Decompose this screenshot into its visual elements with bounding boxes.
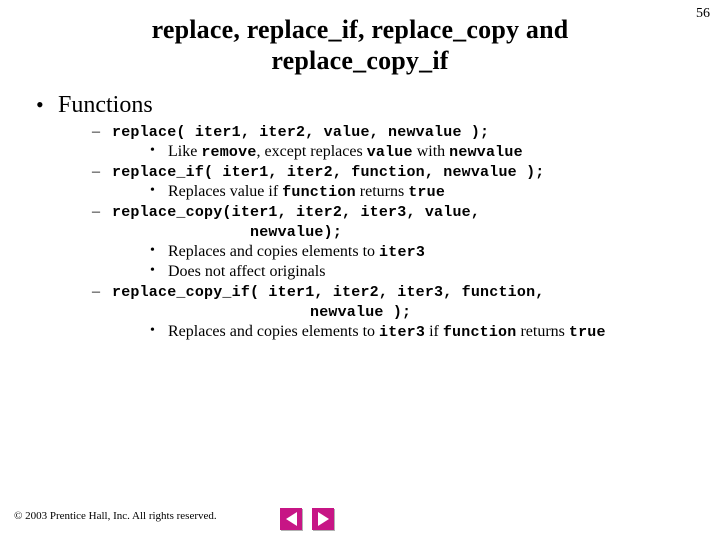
fn-replace-copy-if-cont: newvalue ); xyxy=(30,303,690,321)
nav-controls xyxy=(280,508,334,530)
arrow-right-icon xyxy=(318,512,329,526)
code: newvalue ); xyxy=(310,304,411,321)
code-sig: replace_if( iter1, iter2, function, newv… xyxy=(112,164,544,181)
fn-replace-copy-desc-1: Replaces and copies elements to iter3 xyxy=(30,243,690,261)
code: value xyxy=(367,144,413,161)
code: remove xyxy=(201,144,256,161)
fn-replace-copy-if: replace_copy_if( iter1, iter2, iter3, fu… xyxy=(30,283,690,301)
code: function xyxy=(443,324,517,341)
fn-replace-copy-desc-2: Does not affect originals xyxy=(30,263,690,281)
fn-replace-if-desc: Replaces value if function returns true xyxy=(30,183,690,201)
fn-replace: replace( iter1, iter2, value, newvalue )… xyxy=(30,123,690,141)
copyright-footer: © 2003 Prentice Hall, Inc. All rights re… xyxy=(14,510,217,522)
code: iter3 xyxy=(379,324,425,341)
slide: 56 replace, replace_if, replace_copy and… xyxy=(0,0,720,540)
text: Replaces and copies elements to xyxy=(168,323,379,340)
fn-replace-if: replace_if( iter1, iter2, function, newv… xyxy=(30,163,690,181)
code: iter3 xyxy=(379,244,425,261)
slide-title: replace, replace_if, replace_copy and re… xyxy=(0,0,720,76)
fn-replace-copy-if-desc: Replaces and copies elements to iter3 if… xyxy=(30,323,690,341)
title-line-2: replace_copy_if xyxy=(0,45,720,76)
code: newvalue xyxy=(449,144,523,161)
page-number: 56 xyxy=(696,6,710,22)
fn-replace-desc: Like remove, except replaces value with … xyxy=(30,143,690,161)
slide-content: Functions replace( iter1, iter2, value, … xyxy=(0,76,720,341)
text: returns xyxy=(356,183,408,200)
bullet-functions: Functions xyxy=(30,92,690,119)
text: Like xyxy=(168,143,201,160)
code: true xyxy=(408,184,445,201)
code: newvalue); xyxy=(250,224,342,241)
text: Does not affect originals xyxy=(168,263,325,280)
text: with xyxy=(413,143,449,160)
prev-button[interactable] xyxy=(280,508,302,530)
text: returns xyxy=(516,323,568,340)
text: Replaces and copies elements to xyxy=(168,243,379,260)
text: Replaces value if xyxy=(168,183,282,200)
code-sig: replace_copy_if( iter1, iter2, iter3, fu… xyxy=(112,284,544,301)
fn-replace-copy-cont: newvalue); xyxy=(30,223,690,241)
next-button[interactable] xyxy=(312,508,334,530)
fn-replace-copy: replace_copy(iter1, iter2, iter3, value, xyxy=(30,203,690,221)
code: true xyxy=(569,324,606,341)
text: , except replaces xyxy=(257,143,367,160)
text: if xyxy=(425,323,443,340)
arrow-left-icon xyxy=(286,512,297,526)
code-sig: replace_copy(iter1, iter2, iter3, value, xyxy=(112,204,480,221)
code: function xyxy=(282,184,356,201)
code-sig: replace( iter1, iter2, value, newvalue )… xyxy=(112,124,489,141)
title-line-1: replace, replace_if, replace_copy and xyxy=(0,14,720,45)
